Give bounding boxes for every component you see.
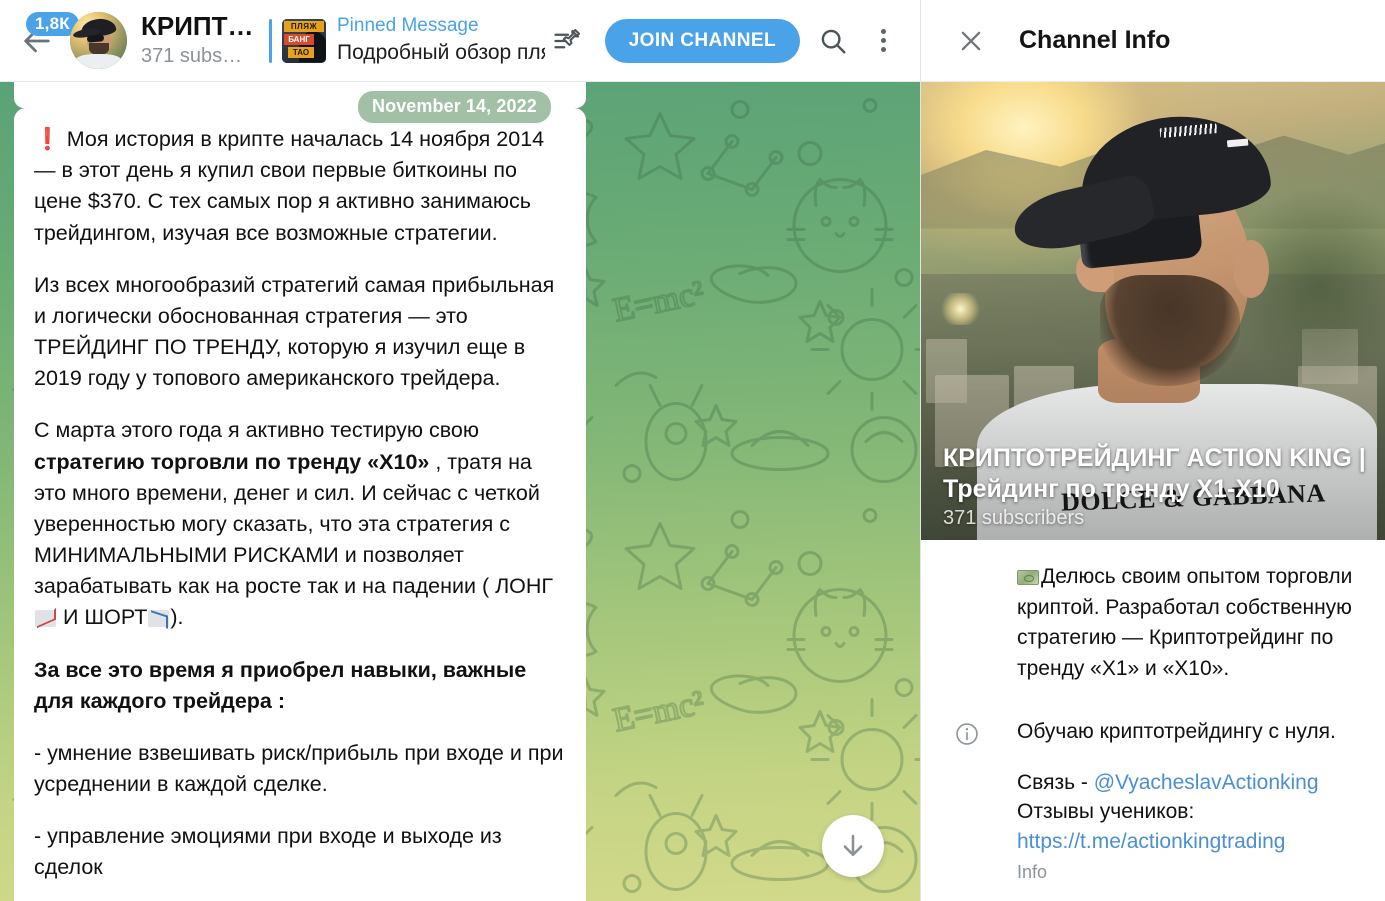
about-icon-slot xyxy=(947,717,987,747)
channel-info-panel: Channel Info КРИПТОТРЕЙДИНГ ACTION KING … xyxy=(920,0,1385,901)
description-content: Делюсь своим опытом торговли криптой. Ра… xyxy=(987,562,1361,685)
photo-cap-tag xyxy=(1227,138,1249,147)
close-icon xyxy=(961,31,981,50)
message-p3-bold: стратегию торговли по тренду «X10» xyxy=(34,449,430,474)
info-row-description: Делюсь своим опытом торговли криптой. Ра… xyxy=(921,540,1385,689)
pinned-thumb-line-1: ПЛЯЖ xyxy=(284,20,324,32)
scroll-to-bottom-button[interactable] xyxy=(822,815,884,877)
message-p3-a: С марта этого года я активно тестирую св… xyxy=(34,418,480,443)
reviews-link[interactable]: https://t.me/actionkingtrading xyxy=(1017,830,1285,853)
header-actions: JOIN CHANNEL xyxy=(545,18,906,64)
telegram-window: 1,8К КРИПТ… 371 subs… ПЛЯЖ БАНГ ТАО Pinn… xyxy=(0,0,1385,901)
info-row-about[interactable]: Обучаю криптотрейдингу с нуля. Связь - @… xyxy=(921,689,1385,888)
pinned-message-text[interactable]: Pinned Message Подробный обзор пляжа БА… xyxy=(337,15,545,66)
contact-handle-link[interactable]: @VyacheslavActionking xyxy=(1094,771,1319,794)
message-paragraph-3: С марта этого года я активно тестирую св… xyxy=(34,415,566,633)
info-panel-title: Channel Info xyxy=(1019,26,1171,54)
message-p4-bold: За все это время я приобрел навыки, важн… xyxy=(34,657,527,713)
pinned-list-button[interactable] xyxy=(545,18,591,64)
photo-cap-logo xyxy=(1159,122,1218,138)
pinned-thumb-line-2: БАНГ xyxy=(284,33,314,45)
pinned-divider xyxy=(269,18,272,63)
about-content: Обучаю криптотрейдингу с нуля. Связь - @… xyxy=(987,717,1361,884)
exclamation-emoji: ❗ xyxy=(34,127,61,151)
more-vertical-icon xyxy=(880,29,886,52)
more-options-button[interactable] xyxy=(860,18,906,64)
info-rows: Делюсь своим опытом торговли криптой. Ра… xyxy=(921,540,1385,901)
description-icon-slot xyxy=(947,562,987,566)
pinned-message-label: Pinned Message xyxy=(337,14,479,36)
channel-avatar[interactable] xyxy=(70,12,127,69)
back-button[interactable]: 1,8К xyxy=(6,10,79,72)
channel-title: КРИПТ… xyxy=(141,12,254,42)
info-panel-header: Channel Info xyxy=(921,0,1385,82)
channel-name: КРИПТОТРЕЙДИНГ ACTION KING | Трейдинг по… xyxy=(943,444,1366,503)
photo-person-ear xyxy=(1232,239,1269,299)
message-paragraph-2: Из всех многообразий стратегий самая при… xyxy=(34,272,555,391)
reviews-link-line: https://t.me/actionkingtrading xyxy=(1017,827,1361,856)
message-paragraph-5: - умнение взвешивать риск/прибыль при вх… xyxy=(34,740,564,797)
contact-prefix: Связь - xyxy=(1017,771,1094,795)
chart-up-emoji xyxy=(35,610,56,628)
about-line: Обучаю криптотрейдингу с нуля. xyxy=(1017,719,1336,743)
message-paragraph-1: ❗ Моя история в крипте началась 14 ноябр… xyxy=(34,124,566,249)
message-p1: Моя история в крипте началась 14 ноября … xyxy=(34,127,545,245)
info-row-link[interactable]: t.me/tradingactionking xyxy=(921,887,1385,901)
pinned-message-thumbnail[interactable]: ПЛЯЖ БАНГ ТАО xyxy=(282,18,326,63)
avatar-sunglasses xyxy=(86,34,104,43)
channel-description-text: Делюсь своим опытом торговли криптой. Ра… xyxy=(1017,565,1353,680)
pinned-thumb-line-3: ТАО xyxy=(288,46,314,58)
channel-description: Делюсь своим опытом торговли криптой. Ра… xyxy=(1017,562,1361,685)
channel-title-block[interactable]: КРИПТ… 371 subs… xyxy=(141,12,265,69)
date-separator-badge: November 14, 2022 xyxy=(358,91,551,123)
photo-caption: КРИПТОТРЕЙДИНГ ACTION KING | Трейдинг по… xyxy=(943,443,1372,530)
info-circle-icon xyxy=(956,722,978,745)
message-paragraph-4: За все это время я приобрел навыки, важн… xyxy=(34,655,566,717)
message-paragraph-6: - управление эмоциями при входе и выходе… xyxy=(34,824,502,880)
channel-subscriber-count: 371 subscribers xyxy=(943,507,1085,529)
arrow-down-icon xyxy=(843,834,863,856)
join-channel-button[interactable]: JOIN CHANNEL xyxy=(604,18,800,63)
channel-subscribers: 371 subs… xyxy=(141,44,243,67)
chat-message-area[interactable]: E=mc² xyxy=(0,82,920,901)
chat-column: 1,8К КРИПТ… 371 subs… ПЛЯЖ БАНГ ТАО Pinn… xyxy=(0,0,920,901)
message-p3-d: И ШОРТ xyxy=(57,605,148,630)
channel-photo[interactable]: DOLCE & GABBANA КРИПТОТРЕЙДИНГ ACTION KI… xyxy=(921,82,1385,540)
reviews-label: Отзывы учеников: xyxy=(1017,800,1195,824)
message-bubble[interactable]: ❗ Моя история в крипте началась 14 ноябр… xyxy=(14,108,586,901)
message-p3-e: ). xyxy=(170,605,184,630)
message-text: ❗ Моя история в крипте началась 14 ноябр… xyxy=(34,124,566,901)
search-button[interactable] xyxy=(810,18,856,64)
chat-header: 1,8К КРИПТ… 371 subs… ПЛЯЖ БАНГ ТАО Pinn… xyxy=(0,0,920,82)
chart-down-emoji xyxy=(148,610,170,628)
pinned-message-snippet: Подробный обзор пляжа БА… xyxy=(337,40,545,64)
photo-sun-glare xyxy=(939,292,982,325)
pinned-list-icon xyxy=(554,28,580,48)
close-panel-button[interactable] xyxy=(949,19,993,63)
info-sublabel: Info xyxy=(1017,862,1048,883)
money-emoji xyxy=(1017,570,1039,585)
contact-line: Связь - @VyacheslavActionking xyxy=(1017,768,1361,797)
search-icon xyxy=(821,29,846,53)
avatar-shirt xyxy=(75,54,122,69)
